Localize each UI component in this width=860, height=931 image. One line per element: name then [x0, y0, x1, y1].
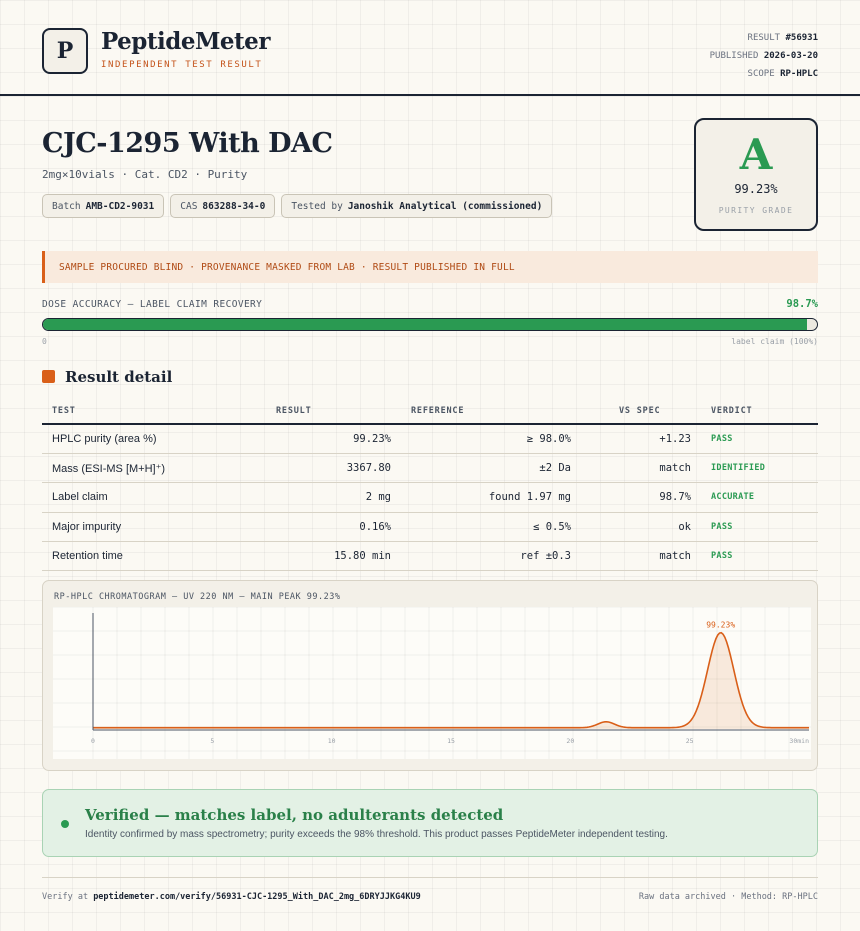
- verified-banner: Verified — matches label, no adulterants…: [42, 789, 818, 857]
- verdict-cell: PASS: [701, 424, 818, 454]
- reference-cell: ±2 Da: [401, 453, 581, 484]
- vs-spec-cell: match: [581, 453, 701, 484]
- meta-scope: SCOPE RP-HPLC: [747, 69, 818, 79]
- vs-spec-cell: +1.23: [581, 424, 701, 454]
- col-result: RESULT: [266, 398, 401, 425]
- grade-letter: A: [739, 130, 773, 179]
- main-peak-label: 99.23%: [706, 621, 735, 630]
- table-row: Label claim 2 mg found 1.97 mg 98.7% ACCURAT…: [42, 482, 818, 513]
- blind-sample-notice: SAMPLE PROCURED BLIND · PROVENANCE MASKE…: [42, 251, 818, 283]
- section-title: Result detail: [65, 368, 173, 386]
- col-test: TEST: [42, 398, 266, 425]
- verified-description: Identity confirmed by mass spectrometry;…: [85, 829, 668, 840]
- verdict-cell: PASS: [701, 512, 818, 543]
- table-row: Retention time 15.80 min ref ±0.3 match PASS: [42, 541, 818, 572]
- verified-title: Verified — matches label, no adulterants…: [85, 806, 504, 824]
- dose-accuracy-label: DOSE ACCURACY — LABEL CLAIM RECOVERY: [42, 299, 263, 310]
- chromatogram-panel: RP-HPLC CHROMATOGRAM — UV 220 NM — MAIN …: [42, 580, 818, 771]
- vs-spec-cell: ok: [581, 512, 701, 543]
- result-table: TEST RESULT REFERENCE VS SPEC VERDICT HP…: [42, 398, 818, 572]
- result-cell: 15.80 min: [266, 541, 401, 572]
- test-cell: HPLC purity (area %): [42, 424, 266, 454]
- verify-link[interactable]: peptidemeter.com/verify/56931-CJC-1295_W…: [93, 892, 421, 902]
- tested-by-chip: Tested by Janoshik Analytical (commission…: [281, 194, 553, 218]
- verdict-cell: PASS: [701, 541, 818, 572]
- table-row: Major impurity 0.16% ≤ 0.5% ok PASS: [42, 512, 818, 543]
- dose-bar-max-label: label claim (100%): [731, 337, 818, 346]
- vs-spec-cell: 98.7%: [581, 482, 701, 513]
- brand-tagline: INDEPENDENT TEST RESULT: [101, 60, 263, 70]
- table-header-row: TEST RESULT REFERENCE VS SPEC VERDICT: [42, 398, 818, 425]
- result-meta: RESULT #56931 PUBLISHED 2026-03-20 SCOPE…: [710, 29, 818, 83]
- x-tick-label: 15: [447, 737, 455, 745]
- x-tick-label: 30min: [789, 737, 809, 745]
- test-cell: Label claim: [42, 482, 266, 513]
- reference-cell: ≤ 0.5%: [401, 512, 581, 543]
- result-cell: 0.16%: [266, 512, 401, 543]
- grade-value: 99.23%: [734, 182, 778, 196]
- result-cell: 2 mg: [266, 482, 401, 513]
- cas-chip: CAS 863288-34-0: [170, 194, 276, 218]
- dose-accuracy-value: 98.7%: [786, 298, 818, 310]
- reference-cell: found 1.97 mg: [401, 482, 581, 513]
- purity-grade-card: A 99.23% PURITY GRADE: [694, 118, 818, 231]
- reference-cell: ref ±0.3: [401, 541, 581, 572]
- meta-result: RESULT #56931: [747, 33, 818, 43]
- result-cell: 99.23%: [266, 424, 401, 454]
- footer-verify: Verify at peptidemeter.com/verify/56931-…: [42, 892, 421, 902]
- dose-progress-fill: [43, 319, 807, 330]
- test-cell: Retention time: [42, 541, 266, 572]
- product-title: CJC-1295 With DAC: [42, 128, 333, 159]
- chromatogram-plot: 0 5 10 15 20 25 30min 99.23%: [53, 607, 811, 759]
- footer-divider: [42, 877, 818, 878]
- x-tick-label: 5: [210, 737, 214, 745]
- x-tick-label: 25: [686, 737, 694, 745]
- report-header: P PeptideMeter INDEPENDENT TEST RESULT R…: [0, 0, 860, 96]
- test-cell: Mass (ESI-MS [M+H]⁺): [42, 453, 266, 484]
- x-tick-label: 10: [328, 737, 336, 745]
- test-cell: Major impurity: [42, 512, 266, 543]
- dose-progress-bar: [42, 318, 818, 331]
- verified-dot-icon: [61, 820, 69, 828]
- verdict-cell: ACCURATE: [701, 482, 818, 513]
- x-tick-label: 20: [566, 737, 574, 745]
- reference-cell: ≥ 98.0%: [401, 424, 581, 454]
- col-vs-spec: VS SPEC: [581, 398, 701, 425]
- table-row: HPLC purity (area %) 99.23% ≥ 98.0% +1.23 PA…: [42, 424, 818, 454]
- verdict-cell: IDENTIFIED: [701, 453, 818, 484]
- section-marker: [42, 370, 55, 383]
- footer-method: Raw data archived · Method: RP-HPLC: [638, 892, 818, 902]
- plot-background: [53, 607, 811, 759]
- col-reference: REFERENCE: [401, 398, 581, 425]
- col-verdict: VERDICT: [701, 398, 818, 425]
- vs-spec-cell: match: [581, 541, 701, 572]
- x-tick-label: 0: [91, 737, 95, 745]
- batch-chip: Batch AMB-CD2-9031: [42, 194, 165, 218]
- brand-logo: P: [42, 28, 88, 74]
- result-cell: 3367.80: [266, 453, 401, 484]
- brand-name: PeptideMeter: [101, 28, 270, 55]
- table-row: Mass (ESI-MS [M+H]⁺) 3367.80 ±2 Da match IDE…: [42, 453, 818, 484]
- meta-published: PUBLISHED 2026-03-20: [709, 51, 818, 61]
- dose-bar-min-label: 0: [42, 337, 47, 346]
- grade-label: PURITY GRADE: [718, 206, 794, 215]
- chromatogram-title: RP-HPLC CHROMATOGRAM — UV 220 NM — MAIN …: [54, 592, 341, 602]
- product-subtitle: 2mg×10vials · Cat. CD2 · Purity: [42, 168, 248, 181]
- product-chips: Batch AMB-CD2-9031 CAS 863288-34-0 Tested …: [42, 194, 553, 218]
